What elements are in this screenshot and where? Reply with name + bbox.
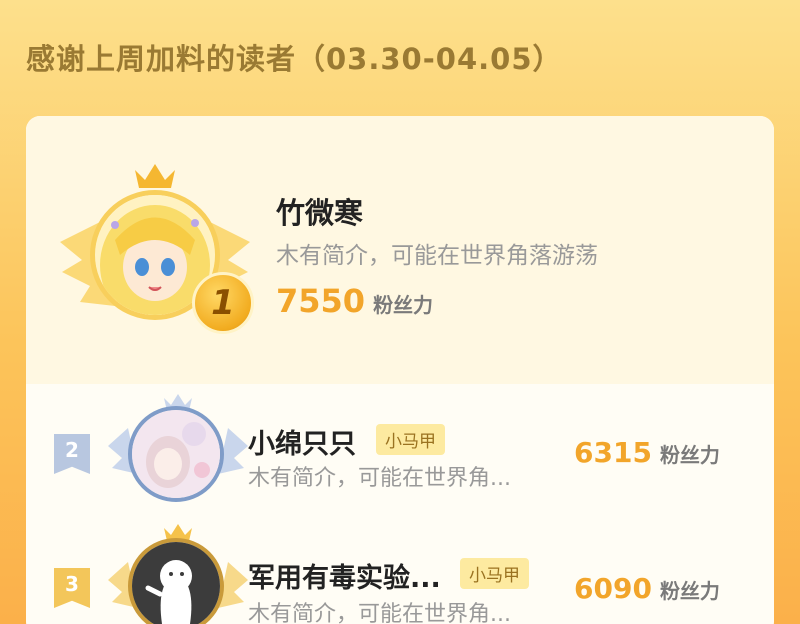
rank-flag-3: 3 <box>54 568 90 608</box>
alt-account-tag: 小马甲 <box>376 424 445 455</box>
avatar[interactable] <box>128 406 224 502</box>
score-unit: 粉丝力 <box>659 443 720 467</box>
avatar-frame-bronze <box>108 522 248 624</box>
user-bio: 木有简介，可能在世界角落游荡 <box>276 243 598 269</box>
user-bio: 木有简介，可能在世界角... <box>248 466 511 491</box>
rank-flag-2: 2 <box>54 434 90 474</box>
user-name[interactable]: 军用有毒实验... <box>248 556 441 595</box>
fans-score: 7550 粉丝力 <box>276 282 433 320</box>
user-name[interactable]: 竹微寒 <box>276 190 363 232</box>
rank-2-row[interactable]: 2 小绵只只 小马甲 木有简介，可能在世界角... 6315 粉丝力 <box>26 386 774 516</box>
avatar-frame-gold: 1 <box>60 162 254 342</box>
rank-1-row[interactable]: 1 竹微寒 木有简介，可能在世界角落游荡 7550 粉丝力 <box>26 116 774 384</box>
ranking-card: 1 竹微寒 木有简介，可能在世界角落游荡 7550 粉丝力 2 小绵只只 小马甲… <box>26 116 774 624</box>
score-unit: 粉丝力 <box>373 293 434 317</box>
rank-medal-1: 1 <box>192 272 254 334</box>
avatar-frame-silver <box>108 392 248 512</box>
rank-3-row[interactable]: 3 军用有毒实验... 小马甲 木有简介，可能在世界角... 6090 粉丝力 <box>26 516 774 624</box>
avatar[interactable] <box>128 538 224 624</box>
fans-score: 6090 粉丝力 <box>574 572 720 605</box>
score-value: 7550 <box>276 282 366 320</box>
score-unit: 粉丝力 <box>659 579 720 603</box>
crown-icon <box>135 164 175 188</box>
page-title: 感谢上周加料的读者（03.30-04.05） <box>26 42 563 76</box>
user-name[interactable]: 小绵只只 <box>248 422 356 461</box>
score-value: 6090 <box>574 572 652 605</box>
fans-score: 6315 粉丝力 <box>574 436 720 469</box>
alt-account-tag: 小马甲 <box>460 558 529 589</box>
score-value: 6315 <box>574 436 652 469</box>
user-bio: 木有简介，可能在世界角... <box>248 602 511 624</box>
